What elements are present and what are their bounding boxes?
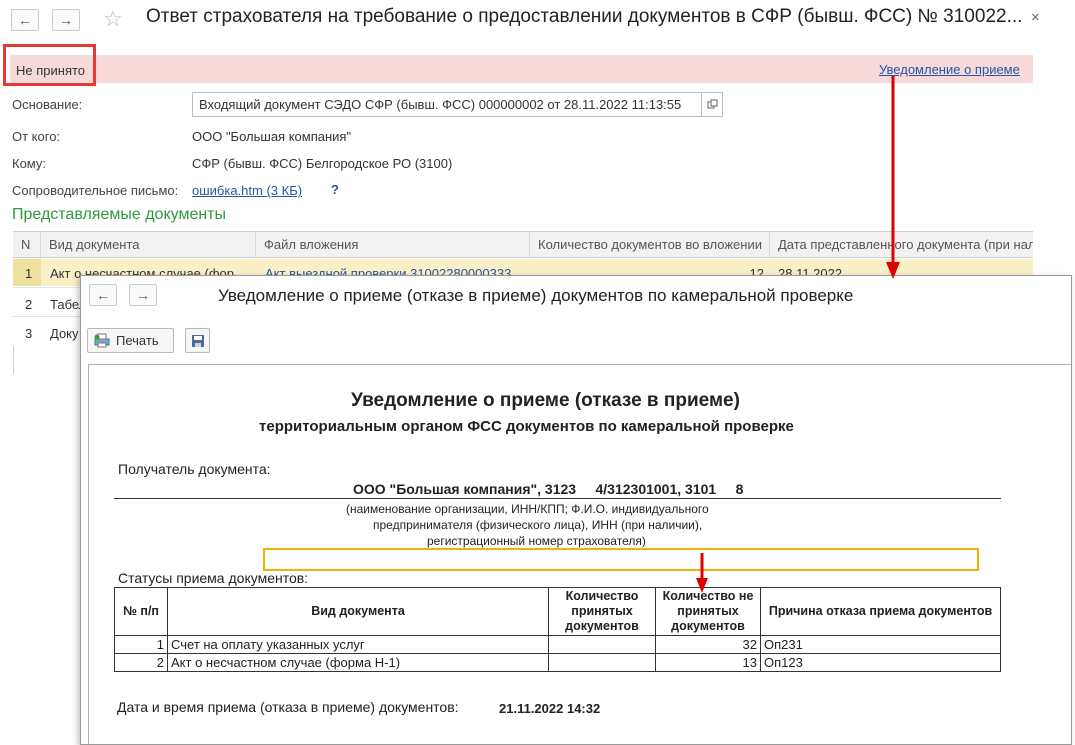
cell-reason: Оп231 (760, 635, 1001, 654)
open-icon[interactable] (702, 92, 723, 117)
cell-doc-type: Акт о несчастном случае (форма Н-1) (167, 653, 549, 672)
statuses-table-header: № п/п Вид документа Количество принятых … (114, 587, 1001, 636)
grid-col-type[interactable]: Вид документа (41, 231, 256, 258)
table-row: 1 Счет на оплату указанных услуг 32 Оп23… (114, 635, 1001, 654)
header-doc-type: Вид документа (167, 587, 549, 636)
recipient-label: Получатель документа: (118, 461, 271, 477)
to-label: Кому: (12, 156, 46, 171)
recipient-note-3: регистрационный номер страхователя) (427, 534, 646, 548)
datetime-label: Дата и время приема (отказа в приеме) до… (117, 699, 459, 715)
close-icon[interactable]: × (1031, 9, 1040, 26)
grid-col-date[interactable]: Дата представленного документа (при нал (770, 231, 1033, 258)
status-badge: Не принято (16, 63, 86, 78)
help-icon[interactable]: ? (331, 182, 339, 197)
print-button-label: Печать (116, 333, 159, 348)
datetime-value: 21.11.2022 14:32 (499, 701, 601, 716)
popup-back-button[interactable]: ← (89, 284, 117, 306)
header-rejected: Количество не принятых документов (655, 587, 761, 636)
save-button[interactable] (185, 328, 210, 353)
from-value: ООО "Большая компания" (192, 129, 352, 144)
grid-col-count[interactable]: Количество документов во вложении (530, 231, 770, 258)
back-button[interactable]: ← (11, 9, 39, 31)
doc-subheading: территориальным органом ФСС документов п… (259, 418, 794, 435)
table-row: 2 Акт о несчастном случае (форма Н-1) 13… (114, 653, 1001, 672)
document-preview: Уведомление о приеме (отказе в приеме) т… (88, 364, 1071, 744)
grid-cell-type: Доку (50, 326, 79, 341)
highlight-frame (263, 548, 979, 571)
printer-icon (94, 333, 110, 348)
to-value: СФР (бывш. ФСС) Белгородское РО (3100) (192, 156, 453, 171)
cell-accepted (548, 653, 656, 672)
window-title: Ответ страхователя на требование о предо… (146, 6, 1023, 27)
cell-rejected: 13 (655, 653, 761, 672)
popup-forward-button[interactable]: → (129, 284, 157, 306)
cover-letter-link[interactable]: ошибка.htm (3 КБ) (192, 183, 302, 198)
cell-number: 2 (114, 653, 168, 672)
grid-cell-n: 1 (25, 266, 33, 281)
forward-button[interactable]: → (52, 9, 80, 31)
grid-col-n[interactable]: N (13, 231, 41, 258)
doc-heading: Уведомление о приеме (отказе в приеме) (351, 390, 740, 411)
statuses-table: № п/п Вид документа Количество принятых … (114, 587, 1001, 672)
notice-link[interactable]: Уведомление о приеме (879, 62, 1020, 77)
section-title: Представляемые документы (12, 206, 226, 223)
header-accepted: Количество принятых документов (548, 587, 656, 636)
cell-rejected: 32 (655, 635, 761, 654)
header-reason: Причина отказа приема документов (760, 587, 1001, 636)
recipient-value: ООО "Большая компания", 3123 4/312301001… (353, 481, 744, 497)
floppy-disk-icon (191, 334, 204, 347)
print-button[interactable]: Печать (87, 328, 174, 353)
header-number: № п/п (114, 587, 168, 636)
favorite-star-icon[interactable]: ☆ (103, 6, 123, 32)
notice-popup-window: ← → Уведомление о приеме (отказе в прием… (80, 275, 1072, 745)
cell-doc-type: Счет на оплату указанных услуг (167, 635, 549, 654)
recipient-note-2: предпринимателя (физического лица), ИНН … (373, 518, 703, 532)
grid-left-border (13, 346, 14, 374)
cell-accepted (548, 635, 656, 654)
basis-label: Основание: (12, 97, 83, 112)
statuses-label: Статусы приема документов: (118, 570, 309, 586)
cell-number: 1 (114, 635, 168, 654)
popup-title: Уведомление о приеме (отказе в приеме) д… (218, 286, 854, 305)
grid-cell-n: 2 (25, 297, 33, 312)
cell-reason: Оп123 (760, 653, 1001, 672)
recipient-note-1: (наименование организации, ИНН/КПП; Ф.И.… (346, 502, 709, 516)
grid-col-file[interactable]: Файл вложения (256, 231, 530, 258)
recipient-underline (114, 498, 1001, 499)
basis-field[interactable]: Входящий документ СЭДО СФР (бывш. ФСС) 0… (192, 92, 702, 117)
cover-letter-label: Сопроводительное письмо: (12, 183, 179, 198)
from-label: От кого: (12, 129, 61, 144)
grid-cell-n: 3 (25, 326, 33, 341)
